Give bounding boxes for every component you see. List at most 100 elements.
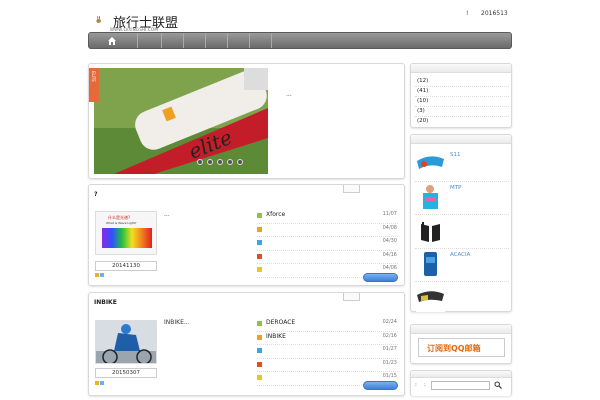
article-thumbnail[interactable] xyxy=(95,320,157,364)
article-date: 20150307 xyxy=(95,368,157,378)
article-thumbnail[interactable]: 什么是光谱? What is Wave Light? xyxy=(95,211,157,255)
product-label[interactable]: ACACIA xyxy=(450,252,470,258)
search-input[interactable] xyxy=(431,381,490,390)
category-count[interactable]: (3) xyxy=(417,108,425,114)
product-thumb[interactable] xyxy=(416,183,445,212)
thumb-caption-cn: 什么是光谱? xyxy=(108,214,130,220)
category-count[interactable]: (41) xyxy=(417,88,428,94)
list-item-date: 04/16 xyxy=(382,251,397,258)
sidebar-header xyxy=(411,64,511,73)
divider xyxy=(415,96,509,97)
product-thumb[interactable] xyxy=(416,283,445,312)
slider-tag-text: ELITE xyxy=(91,71,96,82)
list-item-title[interactable]: Xforce xyxy=(266,211,285,218)
search-label: : xyxy=(415,382,417,388)
share-icons[interactable] xyxy=(95,381,105,387)
list-item-date: 01/15 xyxy=(382,373,397,379)
list-item[interactable]: 04/16 xyxy=(257,251,398,264)
nav-separator xyxy=(249,33,250,48)
bullet-square xyxy=(257,334,262,340)
slider-caption[interactable]: ... xyxy=(286,91,292,98)
spectrum-image: 什么是光谱? What is Wave Light? xyxy=(96,212,156,254)
bullet-square xyxy=(257,375,262,380)
bullet-square xyxy=(257,361,262,367)
sidebar-subscribe: 订阅到QQ邮箱 xyxy=(410,324,512,364)
product-thumb[interactable] xyxy=(416,216,445,245)
sidebar-header xyxy=(411,371,511,378)
cyclist-photo xyxy=(96,321,156,363)
slider-dot[interactable] xyxy=(197,159,203,165)
bullet-square xyxy=(257,240,262,245)
list-item-date: 04/06 xyxy=(382,265,397,271)
slider-dot[interactable] xyxy=(207,159,213,165)
bullet-square xyxy=(257,267,262,272)
section-tab[interactable] xyxy=(343,185,360,193)
search-icon[interactable] xyxy=(494,381,502,389)
slider-dot[interactable] xyxy=(227,159,233,165)
slider-dot[interactable] xyxy=(237,159,243,165)
list-item-date: 01/27 xyxy=(382,346,397,352)
article-list: Xforce 11/07 04/08 04/30 04/16 04/06 xyxy=(257,210,398,278)
bullet-square xyxy=(257,253,262,259)
content-section-1: ? 什么是光谱? What is Wave Light? 20141130 ..… xyxy=(88,184,405,286)
slider-tag: ELITE xyxy=(89,68,99,102)
article-lead[interactable]: INBIKE... xyxy=(164,319,190,326)
list-item-date: 04/30 xyxy=(382,238,397,244)
section-tab[interactable] xyxy=(343,293,360,301)
sidebar-header xyxy=(411,325,511,334)
list-item-date: 02/24 xyxy=(382,319,397,325)
top-notice-mark: ! xyxy=(466,10,469,17)
list-item[interactable]: 01/23 xyxy=(257,359,398,372)
list-item-title[interactable]: INBIKE xyxy=(266,333,286,340)
nav-separator xyxy=(227,33,228,48)
bullet-square xyxy=(257,348,262,353)
product-thumb[interactable] xyxy=(416,149,445,178)
bullet-square xyxy=(257,226,262,232)
bullet-square xyxy=(257,213,262,218)
list-item-date: 11/07 xyxy=(382,211,397,217)
list-item[interactable]: Xforce 11/07 xyxy=(257,210,398,224)
product-label[interactable]: MTP xyxy=(450,185,461,191)
bullet-square xyxy=(257,321,262,326)
list-item-date: 01/23 xyxy=(382,359,397,366)
share-icons[interactable] xyxy=(95,273,105,279)
more-button[interactable] xyxy=(363,273,398,282)
nav-separator xyxy=(205,33,206,48)
divider xyxy=(415,116,509,117)
list-item[interactable]: INBIKE 02/16 xyxy=(257,332,398,345)
more-button[interactable] xyxy=(363,381,398,390)
search-label: : xyxy=(424,382,426,388)
list-item[interactable]: 04/08 xyxy=(257,224,398,237)
slider-pagination xyxy=(197,159,247,167)
category-count[interactable]: (12) xyxy=(417,78,428,84)
slider-dot[interactable] xyxy=(217,159,223,165)
list-item[interactable]: DEROACE 02/24 xyxy=(257,318,398,332)
main-nav xyxy=(88,32,512,49)
category-count[interactable]: (20) xyxy=(417,118,428,124)
content-section-2: INBIKE 20150307 INBIKE... DEROACE 02/24 I… xyxy=(88,292,405,396)
article-list: DEROACE 02/24 INBIKE 02/16 01/27 01/23 01/… xyxy=(257,318,398,386)
list-item-title[interactable]: DEROACE xyxy=(266,319,295,326)
home-icon[interactable] xyxy=(107,36,117,46)
featured-slider: elite ELITE ... xyxy=(88,63,405,179)
list-item-date: 02/16 xyxy=(382,332,397,339)
section-title[interactable]: ? xyxy=(94,191,97,198)
article-date: 20141130 xyxy=(95,261,157,271)
divider xyxy=(415,281,509,282)
product-label[interactable]: S11 xyxy=(450,152,461,158)
article-lead[interactable]: ... xyxy=(164,211,170,218)
divider xyxy=(415,181,509,182)
category-count[interactable]: (10) xyxy=(417,98,428,104)
nav-separator xyxy=(271,33,272,48)
sidebar-categories: (12) (41) (10) (3) (20) xyxy=(410,63,512,128)
product-thumb[interactable] xyxy=(416,249,445,278)
qq-subscribe-banner[interactable]: 订阅到QQ邮箱 xyxy=(418,338,505,357)
divider xyxy=(415,106,509,107)
section-title[interactable]: INBIKE xyxy=(94,299,117,306)
nav-separator xyxy=(161,33,162,48)
nav-separator xyxy=(137,33,138,48)
divider xyxy=(415,214,509,215)
list-item[interactable]: 01/27 xyxy=(257,345,398,359)
nav-separator xyxy=(183,33,184,48)
list-item[interactable]: 04/30 xyxy=(257,237,398,251)
